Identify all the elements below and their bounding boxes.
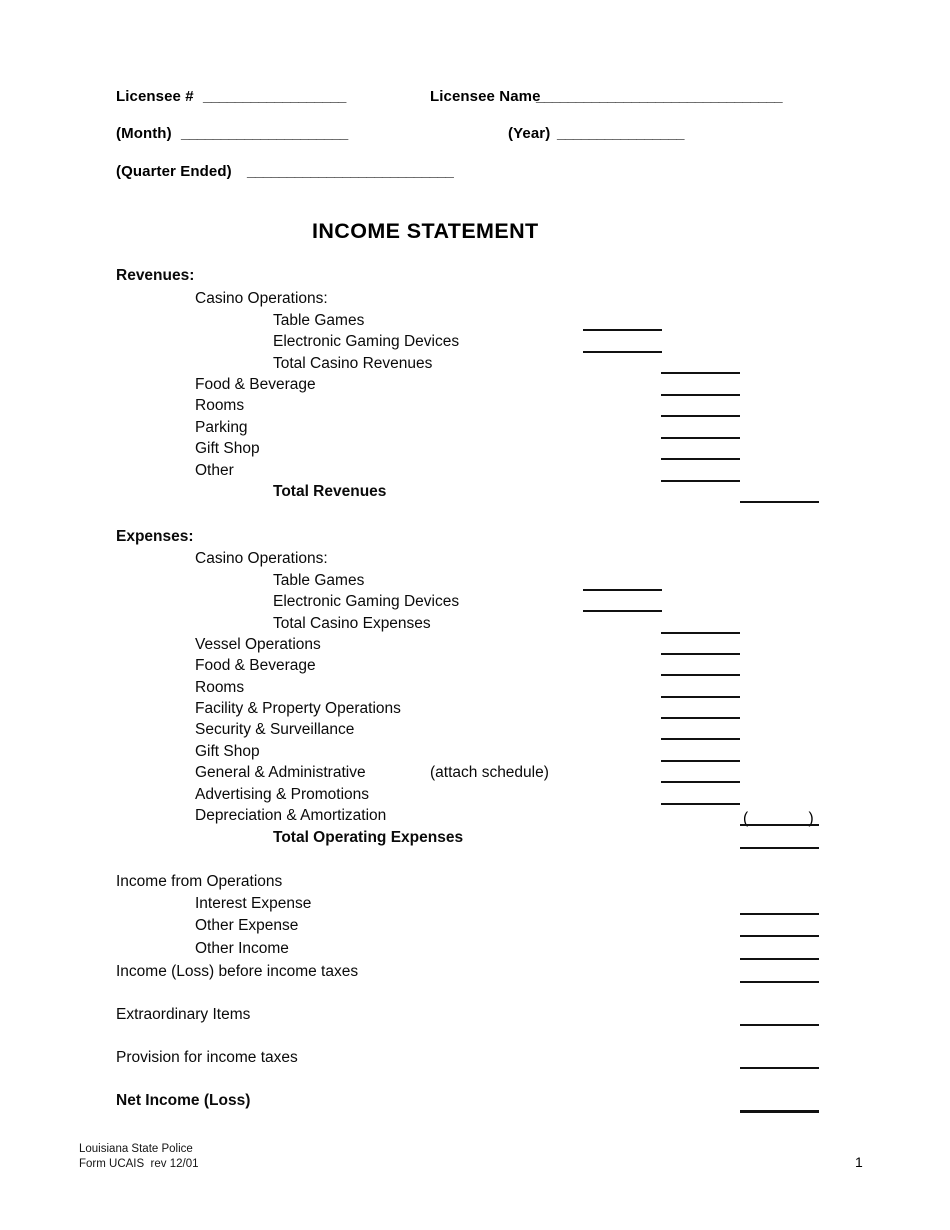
quarter-ended-input-blank[interactable]: __________________________ [247, 164, 454, 179]
bottom-item-label: Extraordinary Items [116, 1006, 251, 1023]
amount-entry-rule[interactable] [740, 501, 819, 503]
expenses-item-label: General & Administrative [195, 764, 366, 781]
amount-entry-rule[interactable] [740, 1110, 819, 1113]
amount-entry-rule[interactable] [740, 981, 819, 983]
amount-entry-rule[interactable] [661, 717, 740, 719]
expenses-total-label: Total Operating Expenses [273, 829, 464, 846]
revenues-item-label: Electronic Gaming Devices [273, 333, 460, 350]
amount-entry-rule[interactable] [740, 913, 819, 915]
amount-entry-rule[interactable] [661, 738, 740, 740]
revenues-item-label: Rooms [195, 397, 245, 414]
expenses-item-label: Total Casino Expenses [273, 615, 431, 632]
revenues-section-heading: Revenues: [116, 267, 195, 284]
expenses-item-label: Table Games [273, 572, 365, 589]
expenses-item-label: Depreciation & Amortization [195, 807, 387, 824]
amount-entry-rule[interactable] [661, 781, 740, 783]
amount-entry-rule[interactable] [661, 674, 740, 676]
expenses-item-label: Electronic Gaming Devices [273, 593, 460, 610]
month-input-blank[interactable]: _____________________ [181, 126, 348, 141]
expenses-section-heading: Expenses: [116, 528, 194, 545]
bottom-item-label: Income from Operations [116, 873, 283, 890]
amount-entry-rule[interactable] [661, 803, 740, 805]
revenues-item-label: Other [195, 462, 234, 479]
licensee-name-label: Licensee Name [430, 88, 541, 105]
amount-entry-rule[interactable] [661, 632, 740, 634]
expenses-item-label: Food & Beverage [195, 657, 316, 674]
amount-entry-rule[interactable] [740, 958, 819, 960]
revenues-total-label: Total Revenues [273, 483, 387, 500]
revenues-casino-operations-heading: Casino Operations: [195, 290, 328, 307]
revenues-item-label: Total Casino Revenues [273, 355, 433, 372]
revenues-item-label: Gift Shop [195, 440, 260, 457]
quarter-ended-label: (Quarter Ended) [116, 163, 232, 180]
bottom-item-label: Provision for income taxes [116, 1049, 298, 1066]
year-label: (Year) [508, 125, 551, 142]
revenues-item-label: Parking [195, 419, 248, 436]
expenses-casino-operations-heading: Casino Operations: [195, 550, 328, 567]
expenses-item-label: Gift Shop [195, 743, 260, 760]
month-label: (Month) [116, 125, 172, 142]
amount-entry-rule[interactable] [583, 351, 662, 353]
amount-entry-rule[interactable] [661, 372, 740, 374]
expenses-item-label: Advertising & Promotions [195, 786, 370, 803]
amount-entry-rule[interactable] [661, 394, 740, 396]
revenues-item-label: Food & Beverage [195, 376, 316, 393]
bottom-item-label: Other Income [195, 940, 289, 957]
amount-entry-rule[interactable] [583, 589, 662, 591]
expenses-item-label: Security & Surveillance [195, 721, 355, 738]
amount-entry-rule[interactable] [583, 329, 662, 331]
amount-entry-rule[interactable] [583, 610, 662, 612]
income-statement-form-page: Licensee # __________________ Licensee N… [0, 0, 950, 1230]
licensee-name-input-blank[interactable]: _______________________________ [536, 89, 783, 104]
expenses-item-label: Rooms [195, 679, 245, 696]
licensee-number-input-blank[interactable]: __________________ [203, 89, 346, 104]
year-input-blank[interactable]: ________________ [557, 126, 684, 141]
amount-entry-rule[interactable] [740, 824, 819, 826]
expenses-item-note: (attach schedule) [430, 764, 549, 781]
bottom-item-label: Income (Loss) before income taxes [116, 963, 359, 980]
licensee-number-label: Licensee # [116, 88, 194, 105]
expenses-item-label: Facility & Property Operations [195, 700, 401, 717]
footer-agency: Louisiana State Police [79, 1143, 193, 1155]
bottom-item-label: Other Expense [195, 917, 299, 934]
amount-entry-rule[interactable] [661, 760, 740, 762]
amount-entry-rule[interactable] [661, 458, 740, 460]
bottom-item-label: Interest Expense [195, 895, 312, 912]
amount-entry-rule[interactable] [740, 1024, 819, 1026]
amount-entry-rule[interactable] [661, 480, 740, 482]
bottom-item-label: Net Income (Loss) [116, 1092, 251, 1109]
revenues-item-label: Table Games [273, 312, 365, 329]
expenses-item-label: Vessel Operations [195, 636, 321, 653]
page-title: INCOME STATEMENT [312, 219, 539, 243]
amount-entry-rule[interactable] [740, 1067, 819, 1069]
amount-entry-rule[interactable] [740, 847, 819, 849]
footer-form-id: Form UCAIS rev 12/01 [79, 1158, 199, 1170]
page-number: 1 [855, 1154, 863, 1170]
amount-entry-rule[interactable] [661, 437, 740, 439]
amount-entry-rule[interactable] [661, 696, 740, 698]
amount-entry-rule[interactable] [740, 935, 819, 937]
amount-entry-rule[interactable] [661, 415, 740, 417]
amount-entry-rule[interactable] [661, 653, 740, 655]
